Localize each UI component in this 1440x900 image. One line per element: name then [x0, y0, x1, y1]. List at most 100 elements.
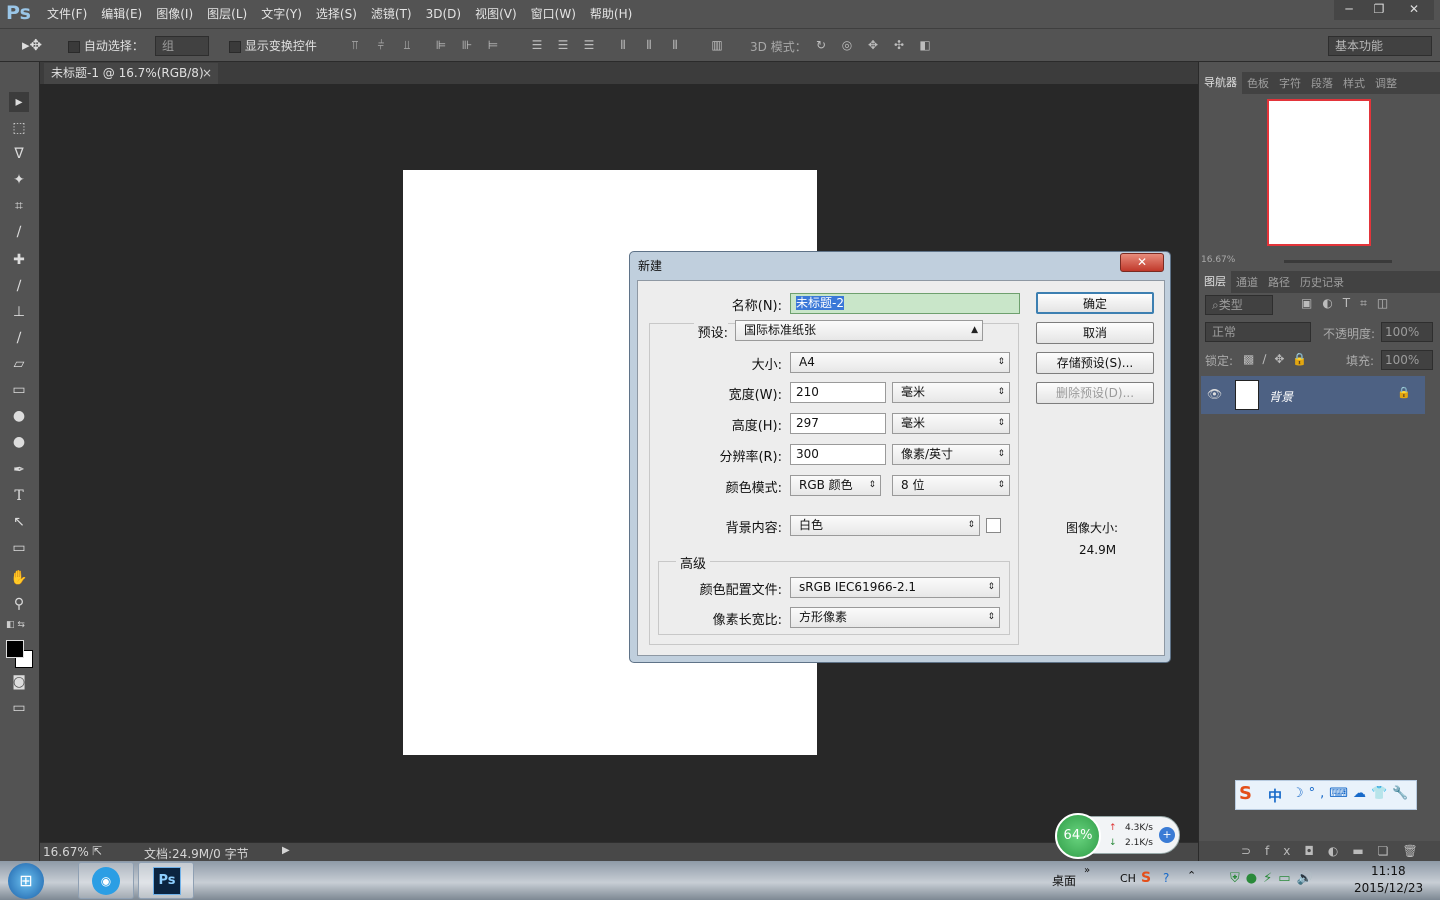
align-left-icon[interactable]: ⊫ — [434, 38, 448, 52]
help-tray-icon[interactable]: ? — [1163, 871, 1169, 885]
toolbar-expand-icon[interactable]: » — [1084, 865, 1090, 876]
pixel-aspect-dropdown[interactable]: 方形像素 ⇕ — [790, 607, 1000, 628]
workspace-dropdown[interactable]: 基本功能 — [1328, 36, 1432, 56]
color-profile-dropdown[interactable]: sRGB IEC61966-2.1 ⇕ — [790, 577, 1000, 598]
clock-time[interactable]: 11:18 — [1371, 864, 1406, 878]
tray-expand-icon[interactable]: ⌃ — [1187, 869, 1196, 882]
layer-actions[interactable]: ⊃fx◘◐▬❏🗑 — [1199, 841, 1440, 861]
taskbar-app-browser[interactable]: ◉ — [78, 862, 134, 899]
memory-percent[interactable]: 64% — [1055, 813, 1101, 859]
tab-swatches[interactable]: 色板 — [1242, 75, 1274, 91]
tab-layers[interactable]: 图层 — [1199, 271, 1231, 293]
menu-file[interactable]: 文件(F) — [40, 0, 94, 28]
color-mode-dropdown[interactable]: RGB 颜色 ⇕ — [790, 475, 881, 496]
distribute-bottom-icon[interactable]: ☰ — [582, 38, 596, 52]
menu-select[interactable]: 选择(S) — [309, 0, 364, 28]
status-menu-icon[interactable]: ▶ — [282, 845, 290, 856]
export-icon[interactable]: ⇱ — [92, 844, 102, 858]
zoom-tool-icon[interactable]: ⚲ — [9, 594, 29, 614]
ime-toolbar[interactable]: S 中 ☽°,⌨☁👕🔧 — [1235, 780, 1417, 810]
menu-edit[interactable]: 编辑(E) — [94, 0, 149, 28]
brush-tool-icon[interactable]: ∕ — [9, 276, 29, 296]
start-button-icon[interactable]: ⊞ — [8, 863, 44, 899]
preset-dropdown[interactable]: 国际标准纸张 ▲ — [735, 320, 983, 341]
sogou-tray-icon[interactable]: S — [1141, 870, 1151, 886]
visibility-eye-icon[interactable]: 👁 — [1207, 387, 1222, 401]
distribute-top-icon[interactable]: ☰ — [530, 38, 544, 52]
dodge-tool-icon[interactable]: ● — [9, 432, 29, 452]
size-dropdown[interactable]: A4 ⇕ — [790, 352, 1010, 373]
menu-3d[interactable]: 3D(D) — [419, 0, 468, 28]
tab-character[interactable]: 字符 — [1274, 75, 1306, 91]
close-app-button[interactable]: ✕ — [1394, 0, 1434, 20]
resolution-unit-dropdown[interactable]: 像素/英寸 ⇕ — [892, 444, 1010, 465]
shape-tool-icon[interactable]: ▭ — [9, 538, 29, 558]
auto-align-icon[interactable]: ▥ — [710, 38, 724, 52]
tab-paragraph[interactable]: 段落 — [1306, 75, 1338, 91]
fill-field[interactable]: 100% — [1381, 350, 1433, 370]
tab-navigator[interactable]: 导航器 — [1199, 72, 1242, 94]
clone-stamp-icon[interactable]: ⊥ — [9, 302, 29, 322]
tab-paths[interactable]: 路径 — [1263, 274, 1295, 290]
layer-filter-dropdown[interactable]: ⌕类型 — [1205, 295, 1273, 315]
ime-tool-icons[interactable]: ☽°,⌨☁👕🔧 — [1292, 786, 1413, 801]
move-tool-preset-icon[interactable]: ▸✥ — [22, 36, 42, 54]
layer-name[interactable]: 背景 — [1269, 388, 1293, 405]
history-brush-icon[interactable]: ∕ — [9, 328, 29, 348]
blend-mode-dropdown[interactable]: 正常 — [1205, 322, 1311, 342]
type-tool-icon[interactable]: T — [9, 486, 29, 506]
align-hcenter-icon[interactable]: ⊪ — [460, 38, 474, 52]
zoom-level[interactable]: 16.67% — [43, 845, 89, 859]
navigator-preview[interactable] — [1267, 99, 1371, 246]
tab-styles[interactable]: 样式 — [1338, 75, 1370, 91]
menu-layer[interactable]: 图层(L) — [200, 0, 254, 28]
menu-view[interactable]: 视图(V) — [468, 0, 524, 28]
pen-tool-icon[interactable]: ✒ — [9, 460, 29, 480]
speed-widget[interactable]: 64% ↑ 4.3K/s ↓ 2.1K/s + — [1055, 813, 1180, 859]
dialog-close-button[interactable]: ✕ — [1120, 253, 1164, 272]
hand-tool-icon[interactable]: ✋ — [9, 568, 29, 588]
delete-preset-button[interactable]: 删除预设(D)... — [1036, 382, 1154, 404]
clock-date[interactable]: 2015/12/23 — [1354, 881, 1423, 895]
align-top-icon[interactable]: ⫪ — [348, 38, 362, 52]
input-language[interactable]: CH — [1120, 872, 1136, 885]
tray-icons[interactable]: ⛨●⚡▭🔊 — [1230, 871, 1319, 886]
auto-select-checkbox[interactable]: 自动选择： — [68, 37, 144, 54]
distribute-left-icon[interactable]: ⦀ — [616, 38, 630, 52]
ok-button[interactable]: 确定 — [1036, 292, 1154, 314]
name-input[interactable]: 未标题-2 — [790, 293, 1020, 314]
crop-tool-icon[interactable]: ⌗ — [9, 196, 29, 216]
tab-channels[interactable]: 通道 — [1231, 274, 1263, 290]
menu-help[interactable]: 帮助(H) — [583, 0, 639, 28]
width-input[interactable]: 210 — [790, 382, 886, 403]
3d-rotate-icon[interactable]: ↻ — [814, 38, 828, 52]
boost-icon[interactable]: + — [1159, 827, 1175, 843]
height-input[interactable]: 297 — [790, 413, 886, 434]
eyedropper-icon[interactable]: ∕ — [9, 222, 29, 242]
path-select-icon[interactable]: ↖ — [9, 512, 29, 532]
3d-roll-icon[interactable]: ◎ — [840, 38, 854, 52]
menu-type[interactable]: 文字(Y) — [254, 0, 309, 28]
navigator-zoom-slider[interactable] — [1284, 260, 1392, 263]
align-bottom-icon[interactable]: ⫫ — [400, 38, 414, 52]
marquee-tool-icon[interactable]: ⬚ — [9, 118, 29, 138]
auto-select-dropdown[interactable]: 组 — [155, 36, 209, 56]
height-unit-dropdown[interactable]: 毫米 ⇕ — [892, 413, 1010, 434]
distribute-hcenter-icon[interactable]: ⦀ — [642, 38, 656, 52]
default-colors-icon[interactable]: ◧ ⇆ — [6, 620, 25, 630]
taskbar-app-photoshop[interactable]: Ps — [138, 862, 194, 899]
3d-slide-icon[interactable]: ✣ — [892, 38, 906, 52]
desktop-toolbar[interactable]: 桌面 — [1052, 872, 1076, 889]
quick-mask-icon[interactable]: ◙ — [9, 672, 29, 692]
document-tab[interactable]: 未标题-1 @ 16.7%(RGB/8) × — [44, 63, 218, 84]
background-color-preview[interactable] — [986, 518, 1001, 533]
layer-row-background[interactable]: 👁 背景 🔒 — [1201, 376, 1425, 414]
eraser-tool-icon[interactable]: ▱ — [9, 354, 29, 374]
align-vcenter-icon[interactable]: ⫩ — [374, 38, 388, 52]
move-tool-icon[interactable]: ▸ — [9, 92, 29, 112]
resolution-input[interactable]: 300 — [790, 444, 886, 465]
healing-brush-icon[interactable]: ✚ — [9, 250, 29, 270]
width-unit-dropdown[interactable]: 毫米 ⇕ — [892, 382, 1010, 403]
menu-image[interactable]: 图像(I) — [149, 0, 200, 28]
opacity-field[interactable]: 100% — [1381, 322, 1433, 342]
